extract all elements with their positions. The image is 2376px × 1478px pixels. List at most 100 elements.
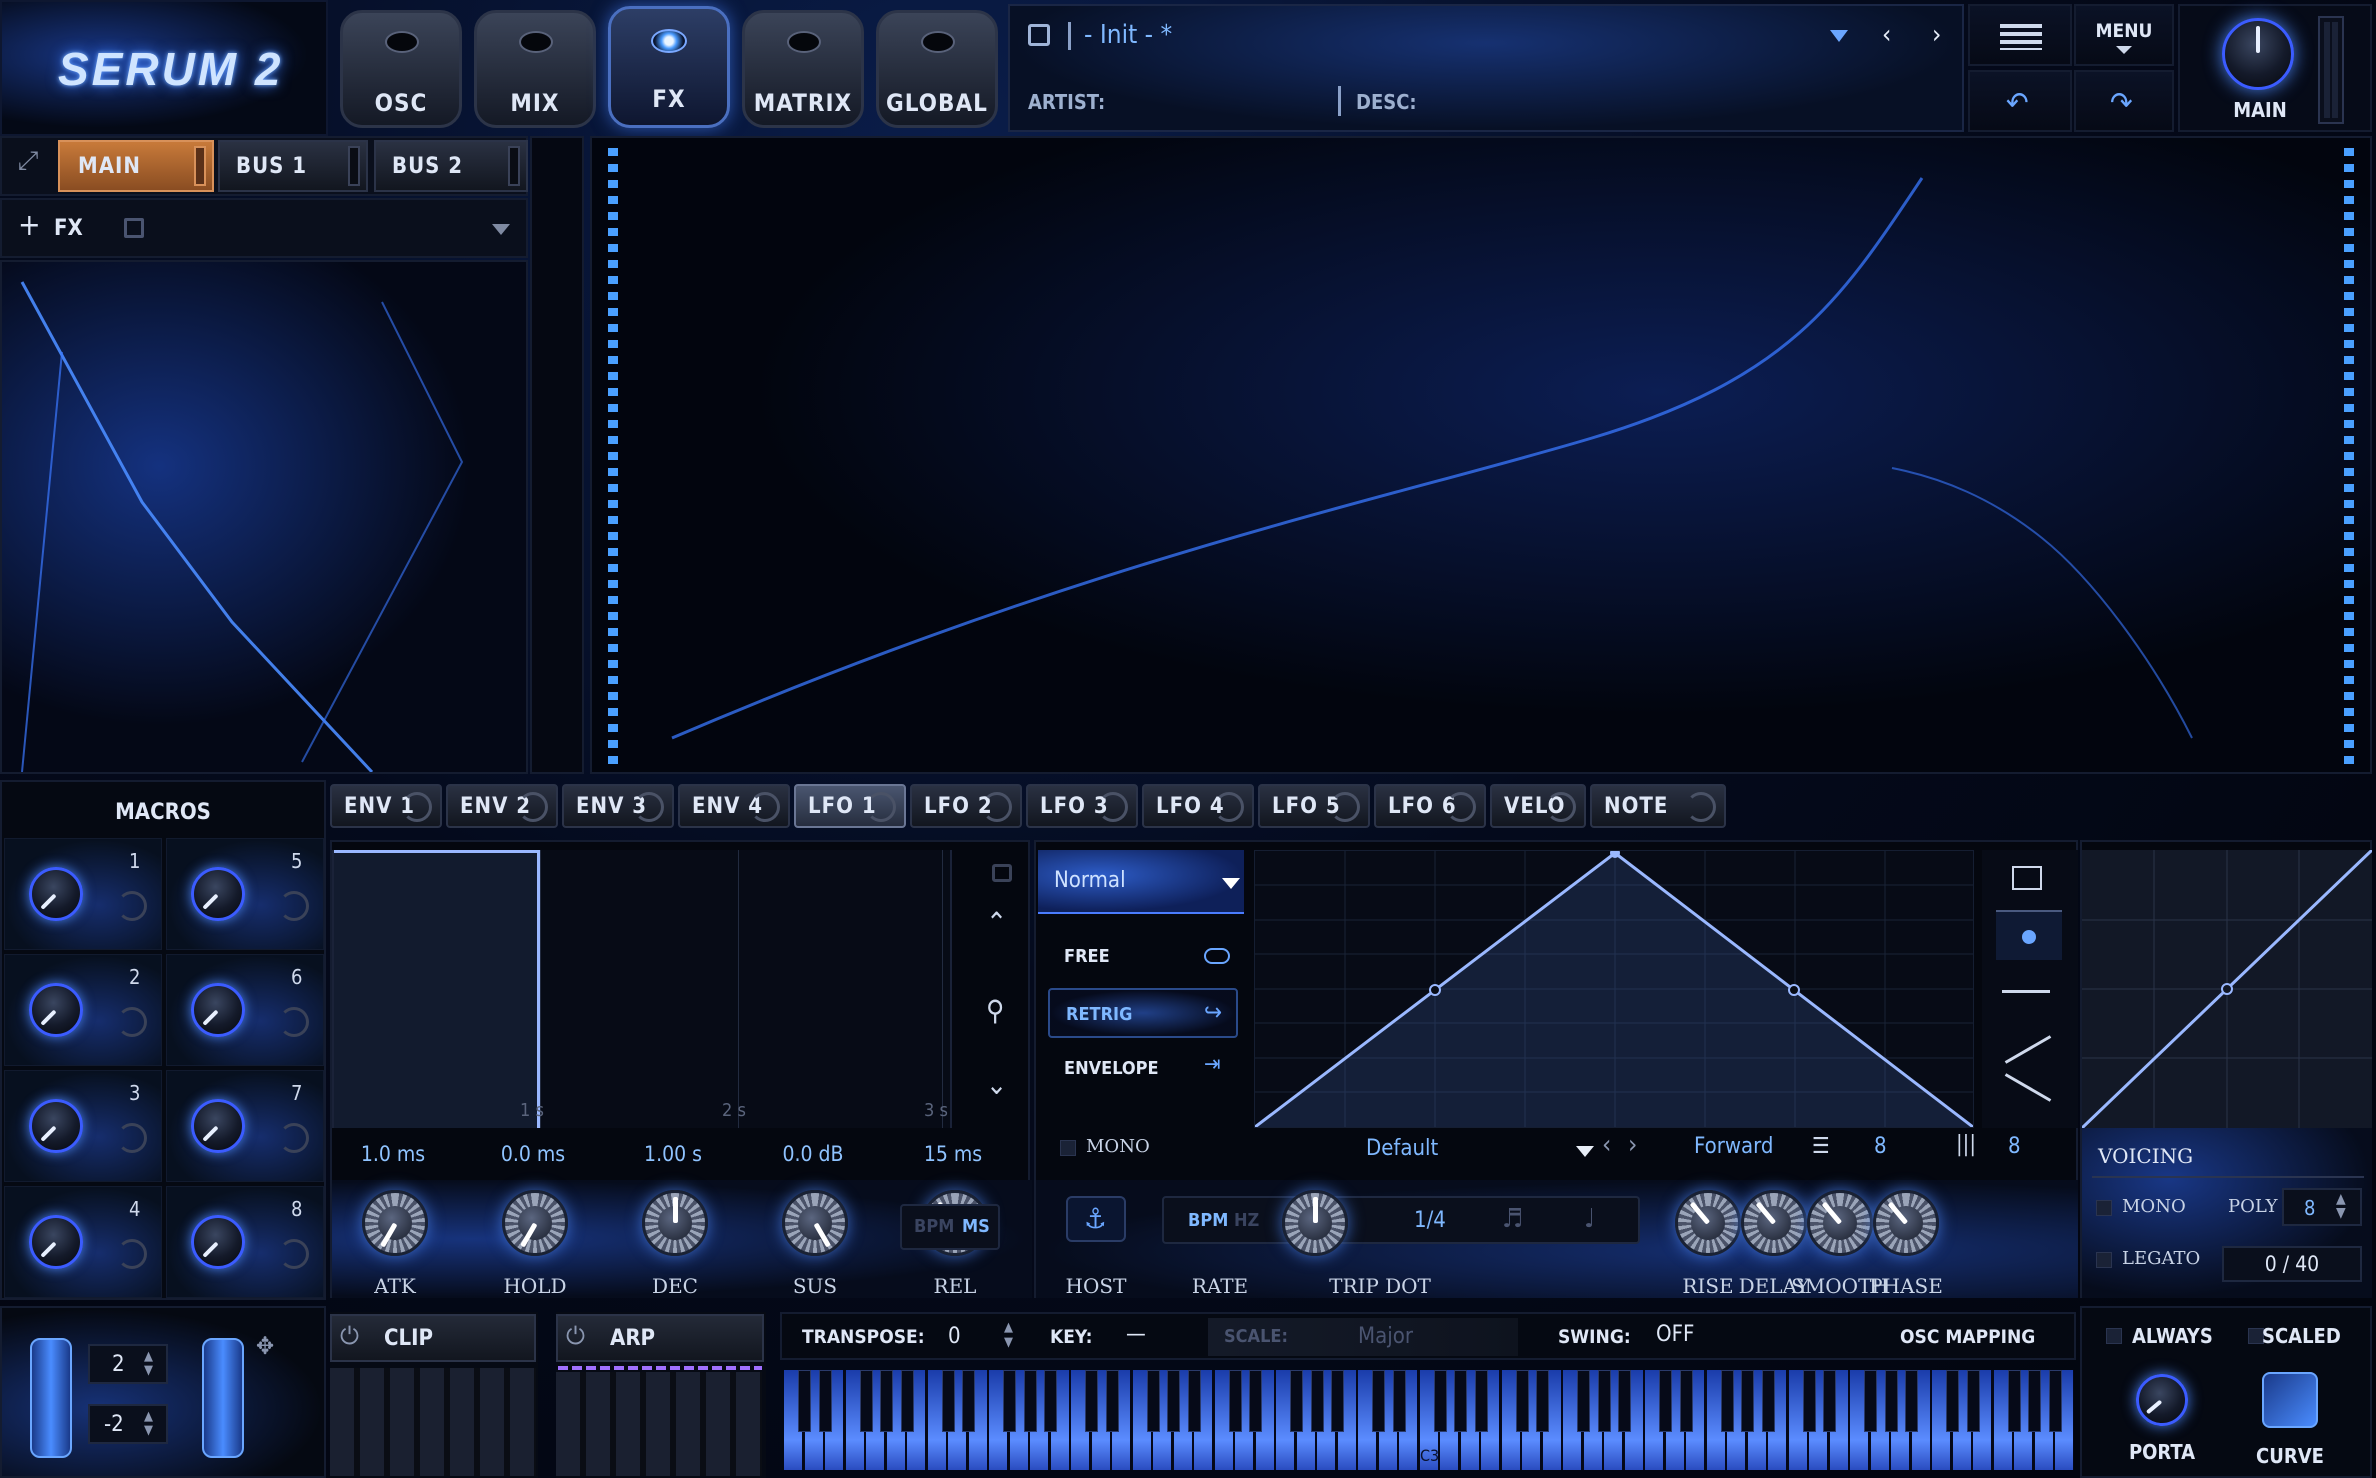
smooth-knob[interactable] — [1807, 1190, 1873, 1256]
velocity-graph[interactable] — [2080, 848, 2374, 1130]
osc-mapping-button[interactable]: OSC MAPPING — [1900, 1326, 2035, 1348]
mod-tab-lfo-3[interactable]: LFO 3 — [1026, 784, 1138, 828]
piano-black-key[interactable] — [798, 1370, 811, 1432]
mod-tab-note[interactable]: NOTE — [1590, 784, 1726, 828]
arp-header[interactable]: ⏻ ARP — [556, 1314, 764, 1362]
macro-knob[interactable] — [29, 983, 83, 1037]
piano-black-key[interactable] — [2028, 1370, 2041, 1432]
fx-tab-bus-2[interactable]: BUS 2 — [374, 140, 528, 192]
trigger-envelope[interactable]: ENVELOPE ⇥ — [1048, 1044, 1238, 1094]
piano-black-key[interactable] — [1228, 1370, 1242, 1432]
swing-value[interactable]: OFF — [1656, 1322, 1694, 1347]
piano-black-key[interactable] — [1823, 1370, 1836, 1432]
lfo-shape-preset[interactable]: Default — [1326, 1132, 1626, 1170]
transpose-value[interactable]: 0 — [948, 1324, 961, 1349]
piano-black-key[interactable] — [962, 1370, 975, 1432]
mod-tab-lfo-4[interactable]: LFO 4 — [1142, 784, 1254, 828]
macro-knob[interactable] — [29, 1215, 83, 1269]
macro-knob[interactable] — [29, 1099, 83, 1153]
preset-dropdown-icon[interactable] — [1830, 30, 1848, 42]
mod-tab-env-3[interactable]: ENV 3 — [562, 784, 674, 828]
undo-button[interactable]: ↶ — [1968, 70, 2072, 132]
fx-scrollbar[interactable] — [530, 136, 584, 774]
piano-black-key[interactable] — [1884, 1370, 1898, 1432]
tab-mix[interactable]: MIX — [474, 10, 596, 128]
trigger-retrig[interactable]: RETRIG ↪ — [1048, 988, 1238, 1038]
macro-knob[interactable] — [29, 867, 83, 921]
pitch-up-field[interactable]: 2 ▲ ▼ — [88, 1344, 168, 1384]
prev-preset-icon[interactable]: ‹ — [1882, 20, 1891, 50]
fx-tab-bus-1[interactable]: BUS 1 — [218, 140, 368, 192]
browser-button[interactable] — [1968, 4, 2072, 66]
piano-black-key[interactable] — [900, 1370, 914, 1432]
lfo-mode-select[interactable]: Normal — [1038, 850, 1244, 914]
mod-wheel[interactable] — [202, 1338, 244, 1458]
piano-keyboard[interactable]: C3 — [784, 1370, 2074, 1470]
piano-black-key[interactable] — [1966, 1370, 1980, 1432]
piano-black-key[interactable] — [941, 1370, 955, 1432]
always-checkbox[interactable] — [2106, 1328, 2122, 1344]
delay-knob[interactable] — [1741, 1190, 1807, 1256]
piano-black-key[interactable] — [1310, 1370, 1324, 1432]
preset-name[interactable]: - Init - * — [1084, 20, 1172, 50]
piano-black-key[interactable] — [1249, 1370, 1262, 1432]
piano-black-key[interactable] — [818, 1370, 832, 1432]
macro-knob[interactable] — [191, 983, 245, 1037]
sus-knob[interactable] — [782, 1190, 848, 1256]
piano-black-key[interactable] — [1741, 1370, 1754, 1432]
porta-knob[interactable] — [2136, 1374, 2188, 1426]
next-preset-icon[interactable]: › — [1932, 20, 1941, 50]
stepper-icon[interactable]: ▲ ▼ — [1004, 1320, 1013, 1350]
chevron-up-icon[interactable]: ⌃ — [986, 906, 1007, 939]
piano-black-key[interactable] — [1720, 1370, 1734, 1432]
piano-black-key[interactable] — [859, 1370, 873, 1432]
lfo-graph[interactable] — [1254, 848, 1974, 1129]
macro-knob[interactable] — [191, 1099, 245, 1153]
tab-osc[interactable]: OSC — [340, 10, 462, 128]
macro-knob[interactable] — [191, 867, 245, 921]
curve-display[interactable] — [2262, 1372, 2318, 1428]
fx-chain-dropdown-icon[interactable] — [492, 224, 510, 235]
flat-tool-icon[interactable] — [2002, 990, 2050, 993]
piano-black-key[interactable] — [1577, 1370, 1590, 1432]
piano-black-key[interactable] — [1659, 1370, 1672, 1432]
mod-tab-env-2[interactable]: ENV 2 — [446, 784, 558, 828]
piano-black-key[interactable] — [1085, 1370, 1098, 1432]
lfo-direction[interactable]: Forward — [1694, 1134, 1773, 1159]
bpm-ms-toggle[interactable]: BPM MS — [900, 1204, 1000, 1250]
piano-black-key[interactable] — [1515, 1370, 1529, 1432]
piano-black-key[interactable] — [1023, 1370, 1037, 1432]
piano-black-key[interactable] — [1536, 1370, 1549, 1432]
piano-black-key[interactable] — [1618, 1370, 1631, 1432]
add-fx-button[interactable]: + FX — [16, 208, 104, 248]
piano-black-key[interactable] — [1392, 1370, 1406, 1432]
power-icon[interactable]: ⏻ — [566, 1322, 585, 1350]
envelope-graph[interactable]: 1 s 2 s 3 s — [332, 850, 952, 1128]
redo-button[interactable]: ↷ — [2074, 70, 2174, 132]
point-tool-icon[interactable] — [1996, 910, 2062, 960]
pitch-wheel[interactable] — [30, 1338, 72, 1458]
chevron-down-icon[interactable]: ⌄ — [986, 1068, 1007, 1101]
zoom-icon[interactable]: ⚲ — [986, 994, 1004, 1027]
mono-checkbox[interactable] — [1060, 1140, 1076, 1156]
piano-black-key[interactable] — [1290, 1370, 1303, 1432]
pitch-down-field[interactable]: -2 ▲ ▼ — [88, 1404, 168, 1444]
main-volume-knob[interactable] — [2222, 18, 2294, 90]
piano-black-key[interactable] — [1474, 1370, 1488, 1432]
piano-black-key[interactable] — [1187, 1370, 1201, 1432]
piano-black-key[interactable] — [1167, 1370, 1180, 1432]
phase-knob[interactable] — [1873, 1190, 1939, 1256]
ramp-down-tool-icon[interactable] — [2004, 1073, 2052, 1102]
fx-tab-main[interactable]: MAIN — [58, 140, 214, 192]
piano-black-key[interactable] — [2007, 1370, 2021, 1432]
clip-header[interactable]: ⏻ CLIP — [330, 1314, 536, 1362]
rise-knob[interactable] — [1675, 1190, 1741, 1256]
piano-black-key[interactable] — [1597, 1370, 1611, 1432]
hold-knob[interactable] — [502, 1190, 568, 1256]
piano-black-key[interactable] — [1044, 1370, 1057, 1432]
mono-voice-checkbox[interactable] — [2096, 1200, 2112, 1216]
mod-tab-lfo-6[interactable]: LFO 6 — [1374, 784, 1486, 828]
piano-black-key[interactable] — [880, 1370, 893, 1432]
piano-black-key[interactable] — [1864, 1370, 1877, 1432]
tab-matrix[interactable]: MATRIX — [742, 10, 864, 128]
